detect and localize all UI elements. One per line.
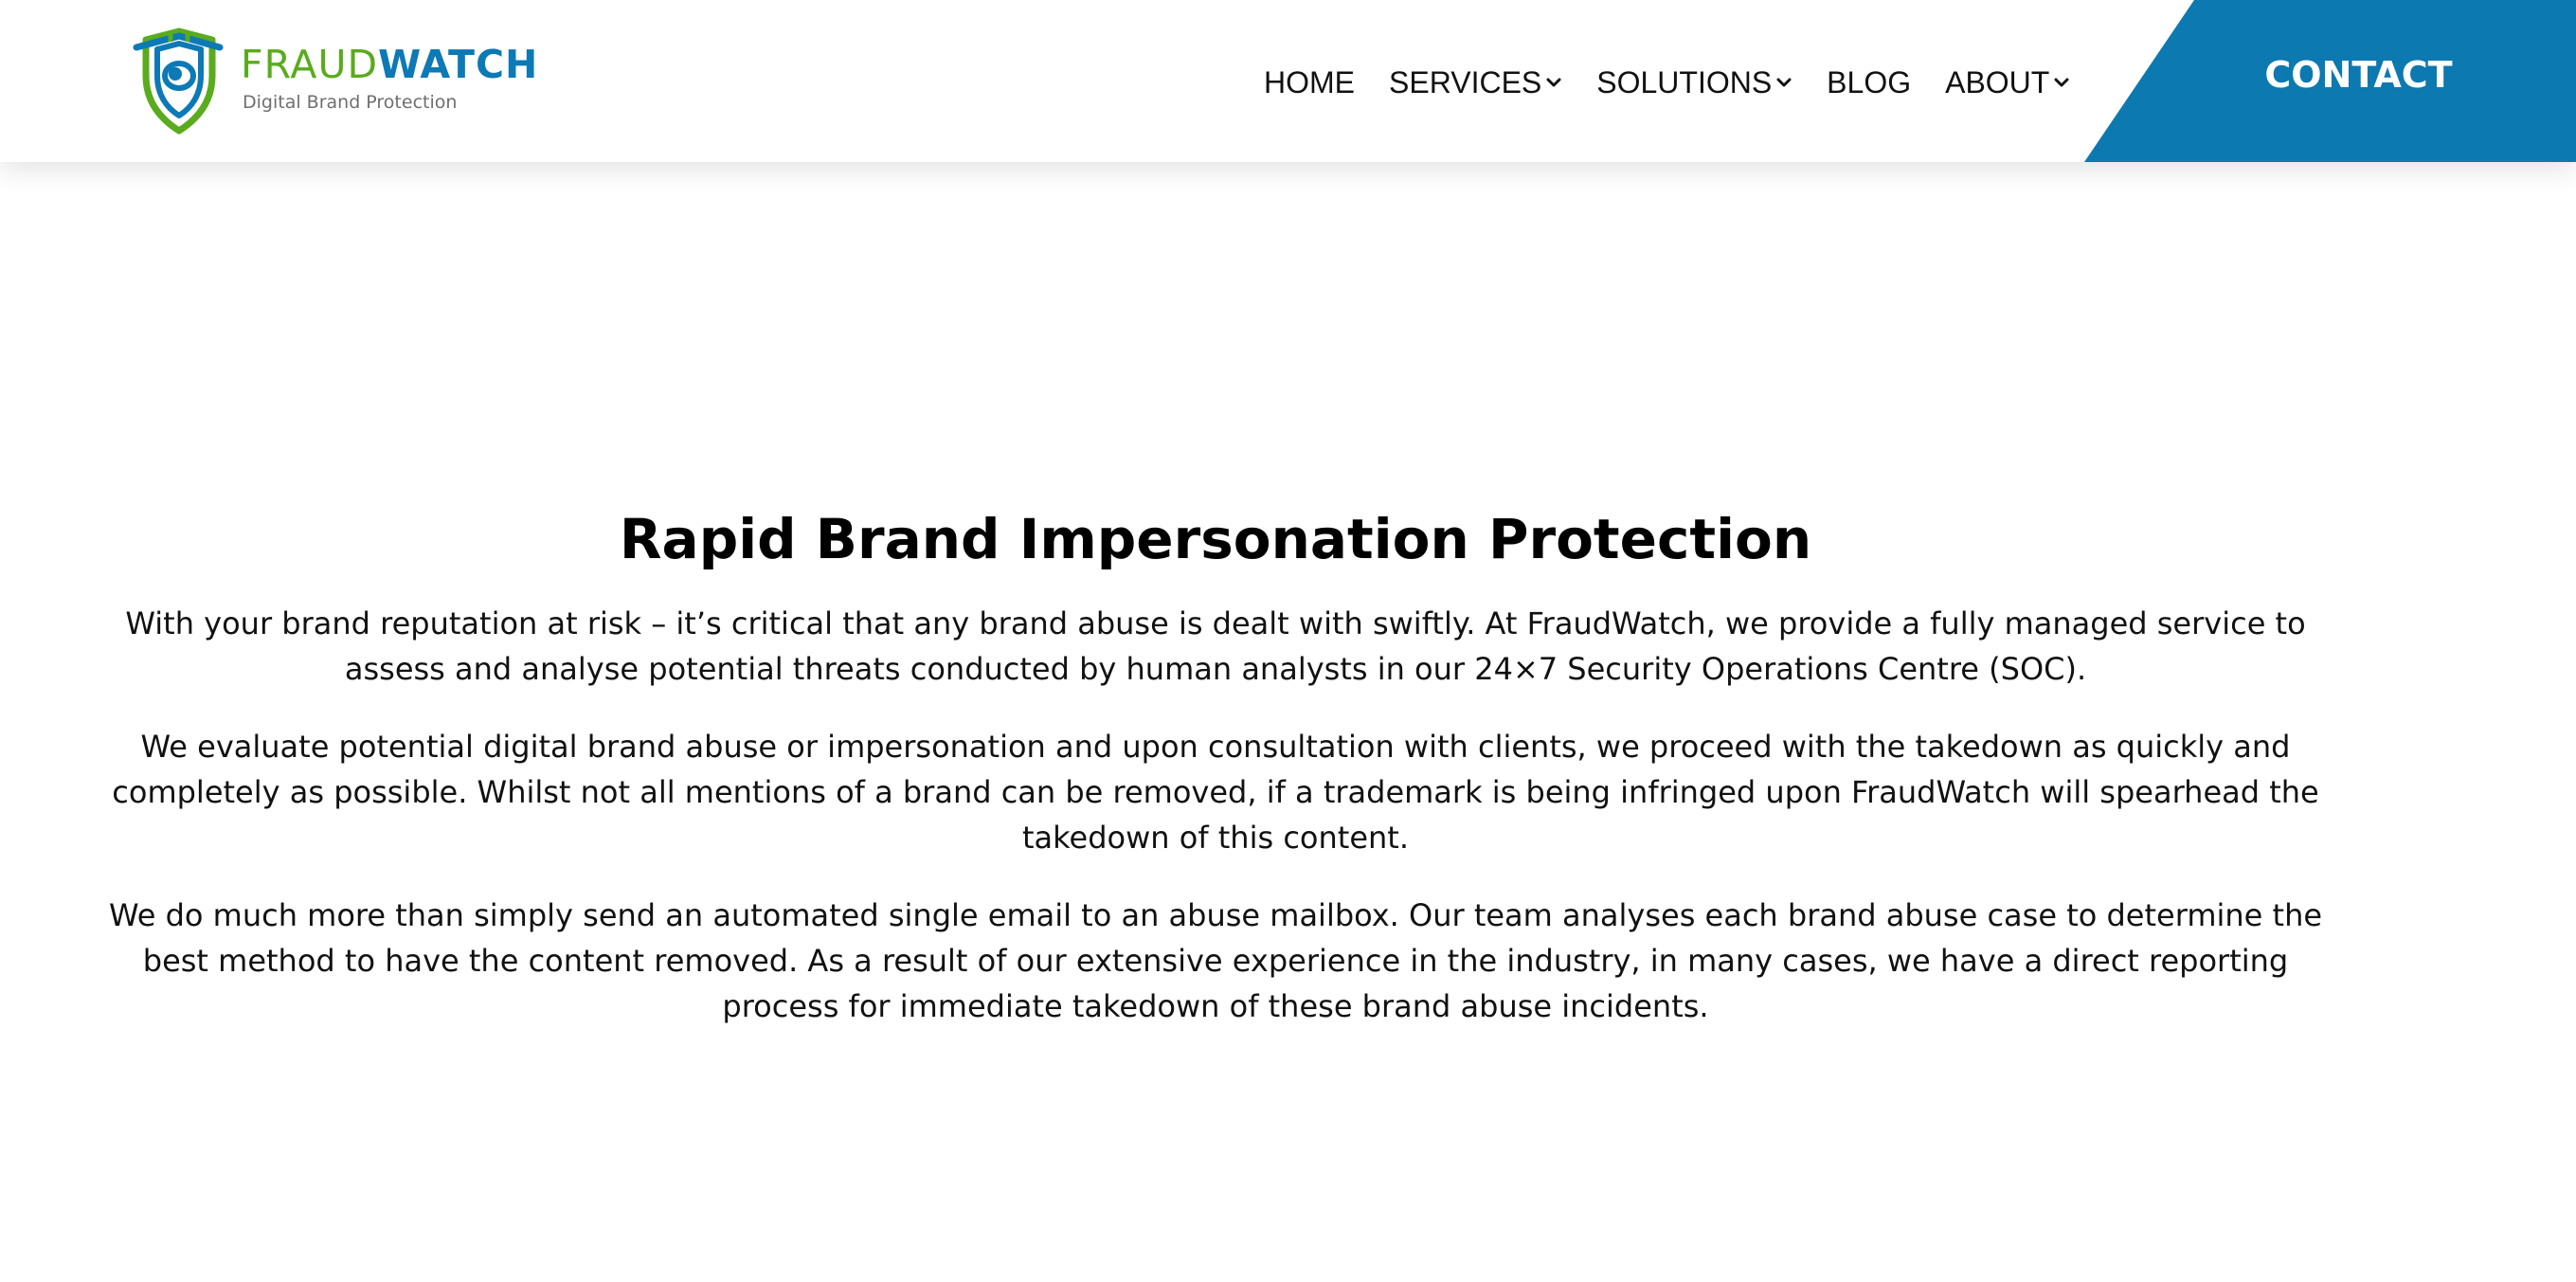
fraudwatch-logo[interactable]: FRAUDWATCH Digital Brand Protection [133,27,540,138]
logo-wordmark: FRAUDWATCH [241,45,538,84]
logo-word-watch: WATCH [378,42,539,87]
page-title: Rapid Brand Impersonation Protection [619,507,1812,571]
nav-item-label: BLOG [1827,64,1912,99]
evaluation-paragraph: We evaluate potential digital brand abus… [112,729,2319,856]
nav-item-services[interactable]: SERVICES [1389,65,1562,100]
nav-item-label: ABOUT [1945,64,2050,99]
chevron-down-icon [1776,78,1792,87]
process-paragraph: We do much more than simply send an auto… [108,897,2323,1024]
logo-tagline: Digital Brand Protection [243,92,458,113]
nav-item-about[interactable]: ABOUT [1945,65,2070,100]
nav-item-label: SERVICES [1389,64,1542,99]
site-header: FRAUDWATCH Digital Brand Protection HOME… [0,0,2576,162]
nav-item-home[interactable]: HOME [1264,65,1355,100]
nav-item-solutions[interactable]: SOLUTIONS [1596,65,1792,100]
chevron-down-icon [1546,78,1561,87]
main-nav: HOME SERVICES SOLUTIONS BLOG ABOUT [1264,61,2070,104]
logo-word-fraud: FRAUD [241,42,379,87]
chevron-down-icon [2054,78,2069,87]
nav-item-label: SOLUTIONS [1596,64,1773,99]
shield-eye-logo-icon [133,27,224,135]
main-content: Rapid Brand Impersonation Protection Wit… [95,502,2336,1061]
contact-button[interactable]: CONTACT [2084,0,2576,162]
intro-paragraph: With your brand reputation at risk – it’… [125,605,2306,687]
nav-item-blog[interactable]: BLOG [1827,65,1911,100]
nav-item-label: HOME [1264,64,1355,99]
